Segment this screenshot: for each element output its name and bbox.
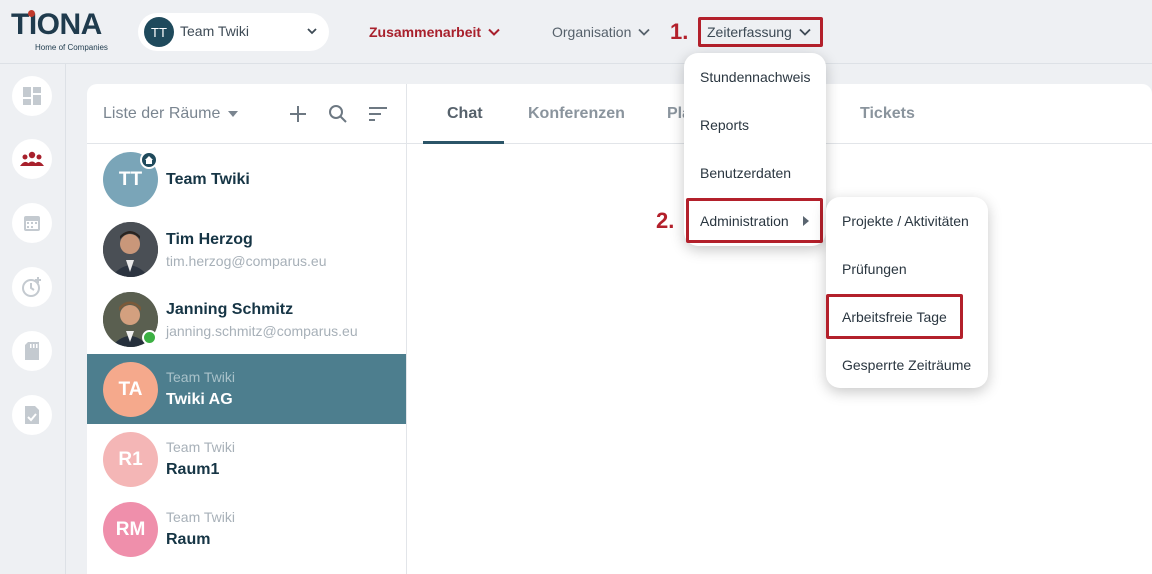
menu-item-arbeitsfreie-tage[interactable]: Arbeitsfreie Tage [842, 309, 947, 325]
room-item-twiki-ag[interactable]: TA Team Twiki Twiki AG [87, 354, 406, 424]
menu-item-gesperrte-zeitraeume[interactable]: Gesperrte Zeiträume [842, 357, 971, 373]
room-item-janning-schmitz[interactable]: Janning Schmitz janning.schmitz@comparus… [87, 284, 406, 354]
room-item-raum[interactable]: RM Team Twiki Raum [87, 494, 406, 564]
rooms-panel: Liste der Räume TT Team Twiki Tim Herzog… [87, 84, 407, 574]
menu-item-administration[interactable]: Administration [700, 213, 789, 229]
person-photo-icon [103, 222, 158, 277]
nav-organisation-label: Organisation [552, 24, 632, 40]
nav-zeiterfassung-label: Zeiterfassung [707, 24, 792, 40]
room-name: Tim Herzog [166, 231, 253, 248]
rooms-list-selector[interactable]: Liste der Räume [103, 105, 239, 123]
logo-tagline: Home of Companies [35, 43, 108, 52]
chevron-down-icon [488, 28, 500, 36]
room-name: Twiki AG [166, 391, 233, 408]
group-icon [20, 151, 44, 166]
nav-zeiterfassung[interactable]: Zeiterfassung [707, 24, 812, 40]
room-team: Team Twiki [166, 369, 235, 385]
tiona-logo[interactable]: TIONA Home of Companies [11, 8, 108, 54]
logo-word: TIONA [11, 8, 102, 41]
tab-active-underline [423, 141, 504, 144]
tab-konferenzen[interactable]: Konferenzen [528, 105, 625, 123]
menu-item-stundennachweis[interactable]: Stundennachweis [700, 69, 811, 85]
room-item-raum1[interactable]: R1 Team Twiki Raum1 [87, 424, 406, 494]
rooms-header: Liste der Räume [87, 84, 406, 144]
sd-card-icon [25, 342, 39, 360]
tab-tickets[interactable]: Tickets [860, 105, 915, 123]
rail-storage[interactable] [12, 331, 52, 371]
rail-collaboration[interactable] [12, 139, 52, 179]
rail-time-tracking[interactable] [12, 267, 52, 307]
zeiterfassung-menu: Stundennachweis Reports Benutzerdaten Ad… [684, 53, 826, 246]
search-icon[interactable] [328, 104, 348, 124]
rail-calendar[interactable] [12, 203, 52, 243]
step-one-marker: 1. [670, 19, 689, 44]
chevron-down-icon [638, 28, 651, 36]
calendar-icon [24, 216, 40, 231]
room-team: Team Twiki [166, 509, 235, 525]
home-icon [145, 156, 153, 164]
room-email: janning.schmitz@comparus.eu [166, 323, 358, 339]
room-email: tim.herzog@comparus.eu [166, 253, 327, 269]
rooms-title: Liste der Räume [103, 105, 221, 122]
room-item-team-twiki[interactable]: TT Team Twiki [87, 144, 406, 214]
top-bar: TIONA Home of Companies TT Team Twiki Zu… [0, 0, 1152, 64]
online-status-indicator [142, 330, 157, 345]
left-rail [0, 64, 66, 574]
dashboard-icon [23, 87, 41, 105]
team-selector-label: Team Twiki [180, 23, 249, 39]
tab-chat[interactable]: Chat [447, 105, 483, 123]
menu-item-projekte-aktivitaeten[interactable]: Projekte / Aktivitäten [842, 213, 969, 229]
team-avatar: TT [144, 17, 174, 47]
avatar [103, 222, 158, 277]
home-badge [140, 151, 158, 169]
document-check-icon [25, 406, 39, 424]
rail-tasks[interactable] [12, 395, 52, 435]
nav-zusammenarbeit[interactable]: Zusammenarbeit [369, 24, 501, 40]
menu-item-pruefungen[interactable]: Prüfungen [842, 261, 907, 277]
team-selector[interactable]: TT Team Twiki [138, 13, 329, 51]
step-two-marker: 2. [656, 208, 675, 233]
room-team: Team Twiki [166, 439, 235, 455]
room-avatar: TA [103, 362, 158, 417]
nav-organisation[interactable]: Organisation [552, 24, 651, 40]
room-avatar: RM [103, 502, 158, 557]
menu-item-reports[interactable]: Reports [700, 117, 749, 133]
room-item-tim-herzog[interactable]: Tim Herzog tim.herzog@comparus.eu [87, 214, 406, 284]
nav-zusammenarbeit-label: Zusammenarbeit [369, 24, 482, 40]
room-name: Janning Schmitz [166, 301, 294, 318]
logo-dot [28, 10, 35, 17]
rail-dashboard[interactable] [12, 76, 52, 116]
chevron-down-icon [799, 28, 811, 36]
room-name: Raum [166, 531, 211, 548]
room-name: Raum1 [166, 461, 220, 478]
sort-icon[interactable] [368, 104, 388, 124]
administration-submenu: Projekte / Aktivitäten Prüfungen Arbeits… [826, 197, 988, 388]
room-name: Team Twiki [166, 171, 250, 188]
caret-down-icon [228, 111, 239, 117]
clock-add-icon [22, 277, 41, 297]
room-avatar: R1 [103, 432, 158, 487]
menu-item-benutzerdaten[interactable]: Benutzerdaten [700, 165, 791, 181]
add-icon[interactable] [288, 104, 308, 124]
caret-right-icon [803, 216, 809, 226]
chevron-down-icon [307, 28, 317, 35]
